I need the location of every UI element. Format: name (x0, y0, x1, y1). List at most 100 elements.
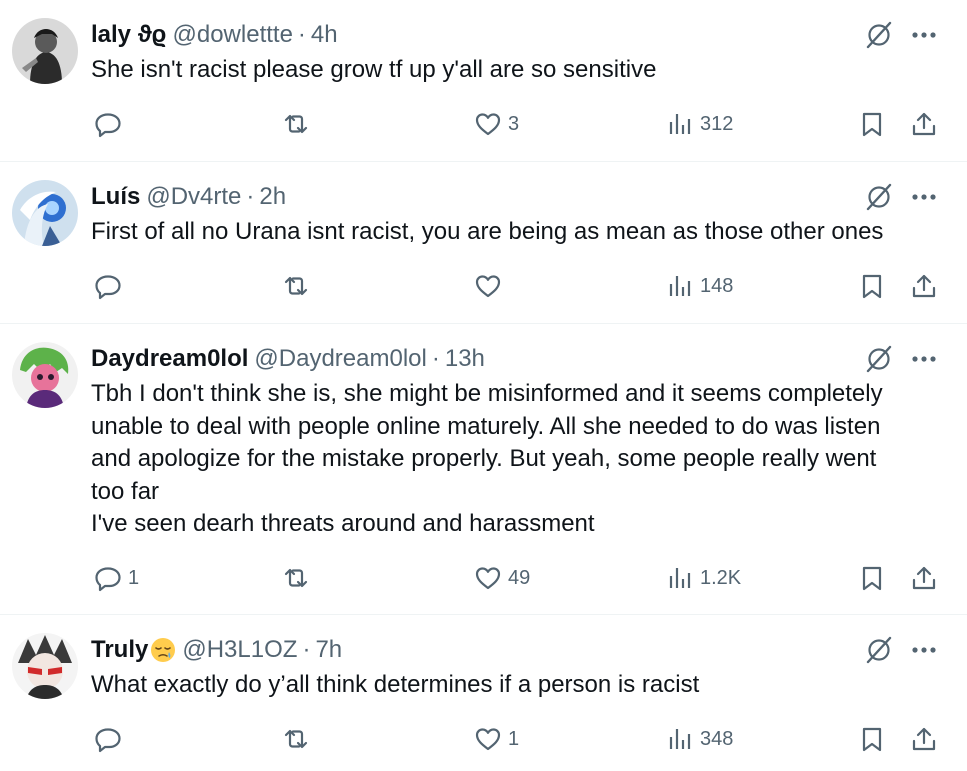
tweet-text: What exactly do y’all think determines i… (91, 669, 937, 702)
like-count: 1 (508, 727, 520, 750)
retweet-icon (284, 276, 308, 296)
like-button[interactable] (474, 266, 508, 306)
like-count: 3 (508, 112, 520, 135)
more-options-icon[interactable] (911, 20, 937, 50)
tweet-text: Tbh I don't think she is, she might be m… (91, 378, 937, 541)
tweet-item[interactable]: laly ϑϱ @dowlettte · 4h She isn't racist… (0, 0, 967, 162)
reply-button[interactable] (94, 104, 128, 144)
display-name[interactable]: Truly (91, 636, 148, 664)
heart-icon (475, 113, 501, 136)
retweet-button[interactable] (282, 266, 310, 306)
share-icon (912, 274, 936, 298)
bookmark-button[interactable] (858, 558, 886, 598)
views-chart-icon (669, 114, 691, 134)
share-button[interactable] (910, 266, 938, 306)
bookmark-button[interactable] (858, 266, 886, 306)
reply-button[interactable] (94, 266, 128, 306)
separator: · (246, 183, 255, 210)
tweet-item[interactable]: Daydream0lol @Daydream0lol · 13h Tbh I d… (0, 324, 967, 615)
retweet-button[interactable] (282, 558, 310, 598)
reply-icon (95, 567, 121, 592)
tweet-text: First of all no Urana isnt racist, you a… (91, 216, 937, 249)
tweet-line: too far (91, 477, 160, 505)
views-chart-icon (669, 568, 691, 588)
timestamp[interactable]: 2h (259, 183, 286, 211)
tweet-item[interactable]: Luís @Dv4rte · 2h First of all no Urana … (0, 162, 967, 324)
display-name[interactable]: Luís (91, 183, 140, 211)
timestamp[interactable]: 4h (311, 21, 338, 49)
reply-icon (95, 113, 121, 138)
separator: · (297, 21, 306, 48)
tweet-line: Tbh I don't think she is, she might be m… (91, 380, 883, 407)
avatar[interactable] (12, 633, 78, 699)
tweet-line: First of all no Urana isnt racist, you a… (91, 218, 884, 245)
timestamp[interactable]: 7h (315, 636, 342, 664)
reply-feed: laly ϑϱ @dowlettte · 4h She isn't racist… (0, 0, 967, 771)
grok-icon[interactable] (864, 635, 894, 665)
timestamp[interactable]: 13h (445, 345, 485, 373)
like-button[interactable]: 1 (474, 719, 519, 759)
bookmark-button[interactable] (858, 104, 886, 144)
grok-icon[interactable] (864, 344, 894, 374)
share-icon (912, 727, 936, 751)
display-name[interactable]: Daydream0lol (91, 345, 248, 373)
views-count: 1.2K (700, 566, 742, 589)
views-button[interactable]: 1.2K (666, 558, 741, 598)
action-bar: 1 49 1.2K (0, 558, 967, 598)
grok-icon[interactable] (864, 20, 894, 50)
action-bar: 3 312 (0, 104, 967, 144)
share-icon (912, 566, 936, 590)
user-handle[interactable]: @Daydream0lol (254, 345, 426, 373)
bookmark-icon (862, 566, 882, 591)
share-icon (912, 112, 936, 136)
reply-icon (95, 275, 121, 300)
retweet-button[interactable] (282, 719, 310, 759)
user-handle[interactable]: @dowlettte (173, 21, 293, 49)
reply-button[interactable] (94, 719, 128, 759)
avatar[interactable] (12, 180, 78, 246)
heart-icon (475, 567, 501, 590)
more-options-icon[interactable] (911, 635, 937, 665)
heart-icon (475, 275, 501, 298)
tweet-text: She isn't racist please grow tf up y'all… (91, 54, 937, 87)
views-button[interactable]: 348 (666, 719, 733, 759)
more-options-icon[interactable] (911, 182, 937, 212)
reply-button[interactable]: 1 (94, 558, 139, 598)
user-handle[interactable]: @Dv4rte (146, 183, 241, 211)
bookmark-icon (862, 274, 882, 299)
reply-count: 1 (128, 566, 140, 589)
share-button[interactable] (910, 558, 938, 598)
like-count: 49 (508, 566, 531, 589)
retweet-icon (284, 568, 308, 588)
tweet-line: She isn't racist please grow tf up y'all… (91, 56, 657, 83)
avatar[interactable] (12, 18, 78, 84)
reply-icon (95, 728, 121, 753)
display-name[interactable]: laly ϑϱ (91, 21, 167, 49)
action-bar: 148 (0, 266, 967, 306)
bookmark-button[interactable] (858, 719, 886, 759)
bookmark-icon (862, 727, 882, 752)
views-count: 312 (700, 112, 734, 135)
share-button[interactable] (910, 104, 938, 144)
action-bar: 1 348 (0, 719, 967, 759)
like-button[interactable]: 49 (474, 558, 530, 598)
retweet-button[interactable] (282, 104, 316, 144)
views-chart-icon (669, 729, 691, 749)
bookmark-icon (862, 112, 882, 137)
share-button[interactable] (910, 719, 938, 759)
avatar[interactable] (12, 342, 78, 408)
tweet-line: and apologize for the mistake properly. … (91, 445, 877, 472)
tweet-item[interactable]: Truly @H3L1OZ · 7h What exactly do y’all… (0, 615, 967, 771)
views-button[interactable]: 148 (666, 266, 733, 306)
separator: · (302, 636, 311, 663)
like-button[interactable]: 3 (474, 104, 519, 144)
more-options-icon[interactable] (911, 344, 937, 374)
retweet-icon (284, 114, 308, 134)
views-button[interactable]: 312 (666, 104, 733, 144)
tweet-line: unable to deal with people online mature… (91, 412, 881, 440)
tweet-line: What exactly do y’all think determines i… (91, 671, 700, 698)
user-handle[interactable]: @H3L1OZ (182, 636, 297, 664)
grok-icon[interactable] (864, 182, 894, 212)
tweet-line: I've seen dearh threats around and haras… (91, 510, 595, 537)
sleepy-face-emoji (150, 637, 176, 663)
